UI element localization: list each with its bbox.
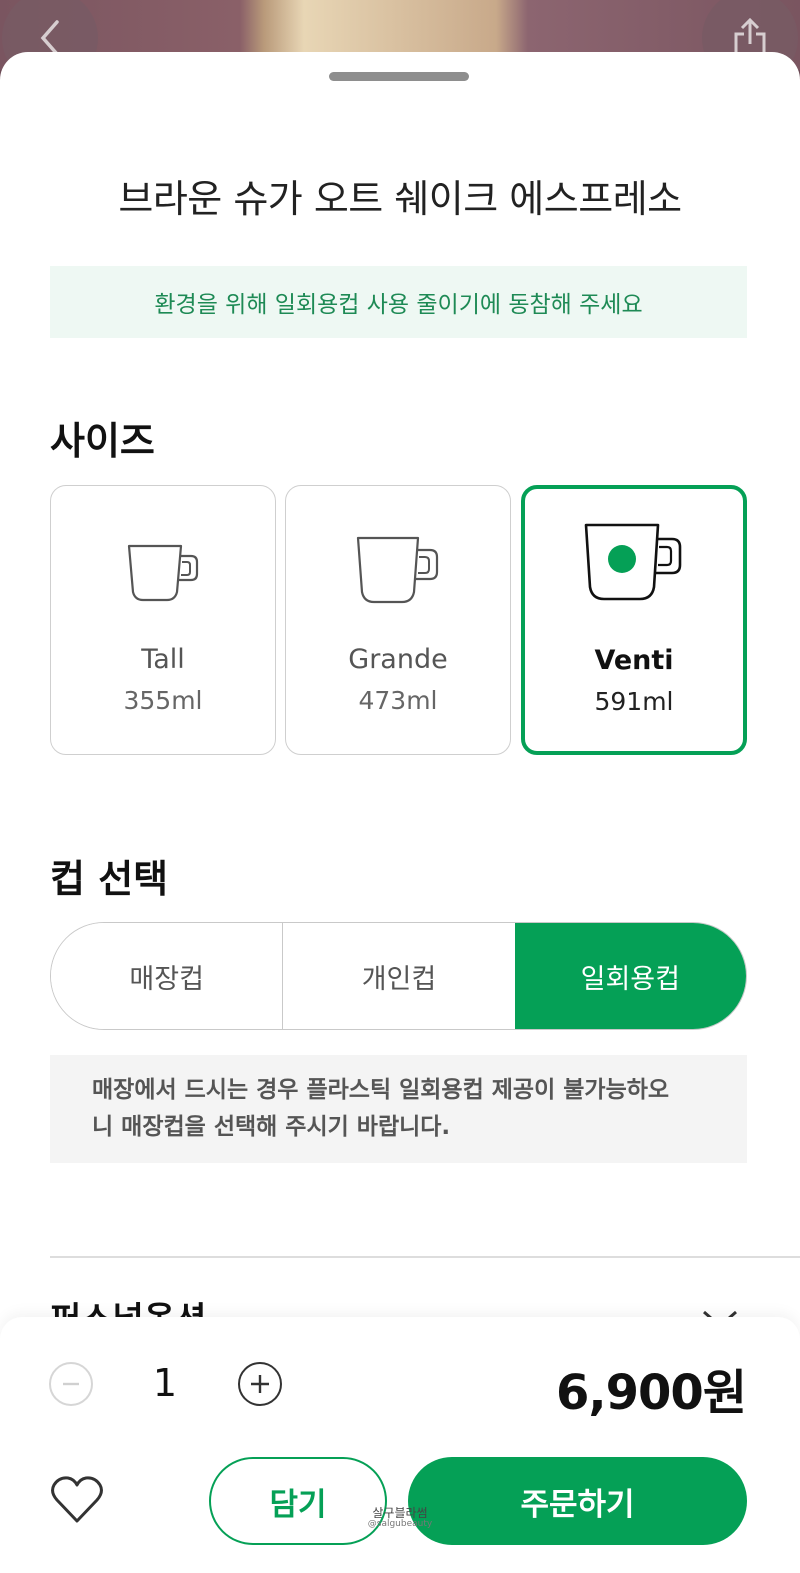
watermark: 살구블라썸 @salgubeauty [355, 1506, 445, 1530]
divider [50, 1256, 800, 1258]
size-name: Tall [141, 644, 185, 675]
quantity-value: 1 [152, 1361, 178, 1405]
total-price: 6,900원 [556, 1365, 747, 1421]
quantity-increase-button[interactable] [238, 1362, 282, 1406]
minus-icon [63, 1382, 79, 1386]
cup-large-icon [584, 523, 682, 601]
size-volume: 591ml [594, 687, 674, 716]
cup-options: 매장컵 개인컵 일회용컵 [50, 922, 747, 1030]
option-sheet: 브라운 슈가 오트 쉐이크 에스프레소 환경을 위해 일회용컵 사용 줄이기에 … [0, 52, 800, 1573]
cup-option-personal[interactable]: 개인컵 [282, 923, 515, 1029]
size-option-grande[interactable]: Grande 473ml [285, 485, 511, 755]
cup-notice-line: 니 매장컵을 선택해 주시기 바랍니다. [92, 1114, 451, 1140]
size-volume: 473ml [358, 686, 438, 715]
sheet-grabber[interactable] [329, 72, 469, 81]
cup-small-icon [127, 544, 199, 602]
cup-option-disposable[interactable]: 일회용컵 [514, 923, 746, 1029]
size-option-tall[interactable]: Tall 355ml [50, 485, 276, 755]
size-options: Tall 355ml Grande 473ml Venti 591ml [50, 485, 747, 755]
heart-icon[interactable] [50, 1475, 104, 1525]
size-name: Grande [348, 644, 448, 675]
cup-option-store[interactable]: 매장컵 [51, 923, 283, 1029]
cup-medium-icon [356, 536, 439, 604]
product-title: 브라운 슈가 오트 쉐이크 에스프레소 [118, 177, 682, 221]
add-to-cart-button[interactable]: 담기 [209, 1457, 387, 1545]
size-volume: 355ml [123, 686, 203, 715]
plus-icon [251, 1375, 269, 1393]
order-bar: 1 6,900원 담기 주문하기 살구블라썸 @salgubeauty [0, 1317, 800, 1573]
size-section-title: 사이즈 [50, 419, 155, 463]
cup-notice-line: 매장에서 드시는 경우 플라스틱 일회용컵 제공이 불가능하오 [92, 1077, 670, 1103]
order-button[interactable]: 주문하기 [408, 1457, 747, 1545]
cup-notice: 매장에서 드시는 경우 플라스틱 일회용컵 제공이 불가능하오 니 매장컵을 선… [50, 1055, 747, 1163]
eco-banner: 환경을 위해 일회용컵 사용 줄이기에 동참해 주세요 [50, 266, 747, 338]
cup-section-title: 컵 선택 [50, 857, 169, 901]
size-option-venti[interactable]: Venti 591ml [521, 485, 747, 755]
quantity-decrease-button[interactable] [49, 1362, 93, 1406]
watermark-handle: @salgubeauty [367, 1519, 433, 1530]
size-name: Venti [594, 645, 674, 676]
